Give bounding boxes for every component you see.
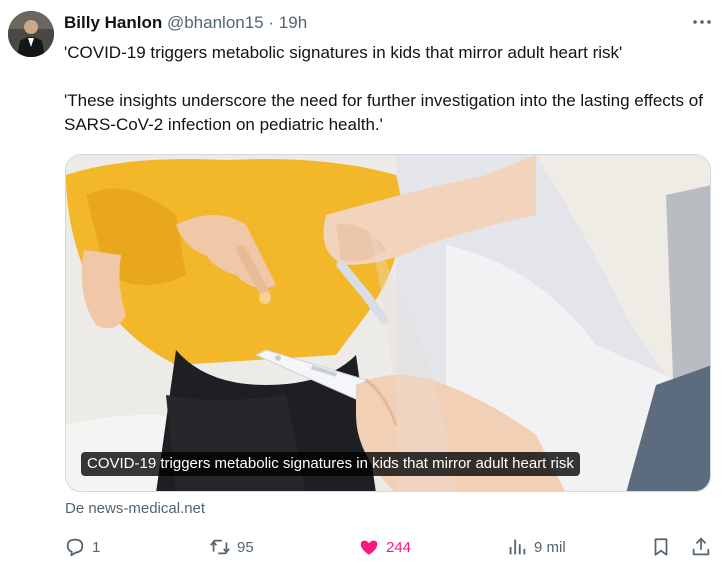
media-caption: COVID-19 triggers metabolic signatures i… bbox=[81, 452, 580, 476]
like-button[interactable]: 244 bbox=[358, 533, 411, 561]
repost-button[interactable]: 95 bbox=[209, 533, 254, 561]
reply-button[interactable]: 1 bbox=[64, 533, 100, 561]
timestamp[interactable]: 19h bbox=[279, 13, 307, 32]
action-bar: 1 95 244 9 mil bbox=[64, 533, 714, 561]
author-handle[interactable]: @bhanlon15 bbox=[167, 13, 264, 32]
link-card-image[interactable]: COVID-19 triggers metabolic signatures i… bbox=[65, 154, 711, 492]
bookmark-button[interactable] bbox=[650, 533, 672, 561]
tweet-text: 'COVID-19 triggers metabolic signatures … bbox=[64, 41, 714, 137]
like-count: 244 bbox=[386, 538, 412, 556]
tweet-text-line-2: 'These insights underscore the need for … bbox=[64, 91, 703, 134]
tweet-header: Billy Hanlon @bhanlon15 · 19h bbox=[64, 12, 307, 34]
reply-count: 1 bbox=[92, 538, 101, 556]
repost-icon bbox=[210, 539, 230, 555]
views-button[interactable]: 9 mil bbox=[506, 533, 566, 561]
repost-count: 95 bbox=[237, 538, 254, 556]
heart-icon bbox=[360, 540, 378, 555]
view-count: 9 mil bbox=[534, 538, 566, 556]
bookmark-icon bbox=[654, 538, 668, 556]
reply-icon bbox=[66, 538, 84, 557]
more-icon bbox=[693, 20, 711, 24]
more-options-button[interactable] bbox=[690, 10, 714, 34]
share-button[interactable] bbox=[690, 533, 712, 561]
author-name[interactable]: Billy Hanlon bbox=[64, 13, 162, 32]
media-photo bbox=[66, 155, 710, 491]
views-icon bbox=[509, 539, 526, 555]
link-source[interactable]: De news-medical.net bbox=[65, 500, 205, 517]
share-icon bbox=[692, 537, 710, 556]
avatar[interactable] bbox=[8, 11, 54, 57]
tweet-text-line-1: 'COVID-19 triggers metabolic signatures … bbox=[64, 43, 623, 62]
separator-dot: · bbox=[268, 13, 275, 32]
